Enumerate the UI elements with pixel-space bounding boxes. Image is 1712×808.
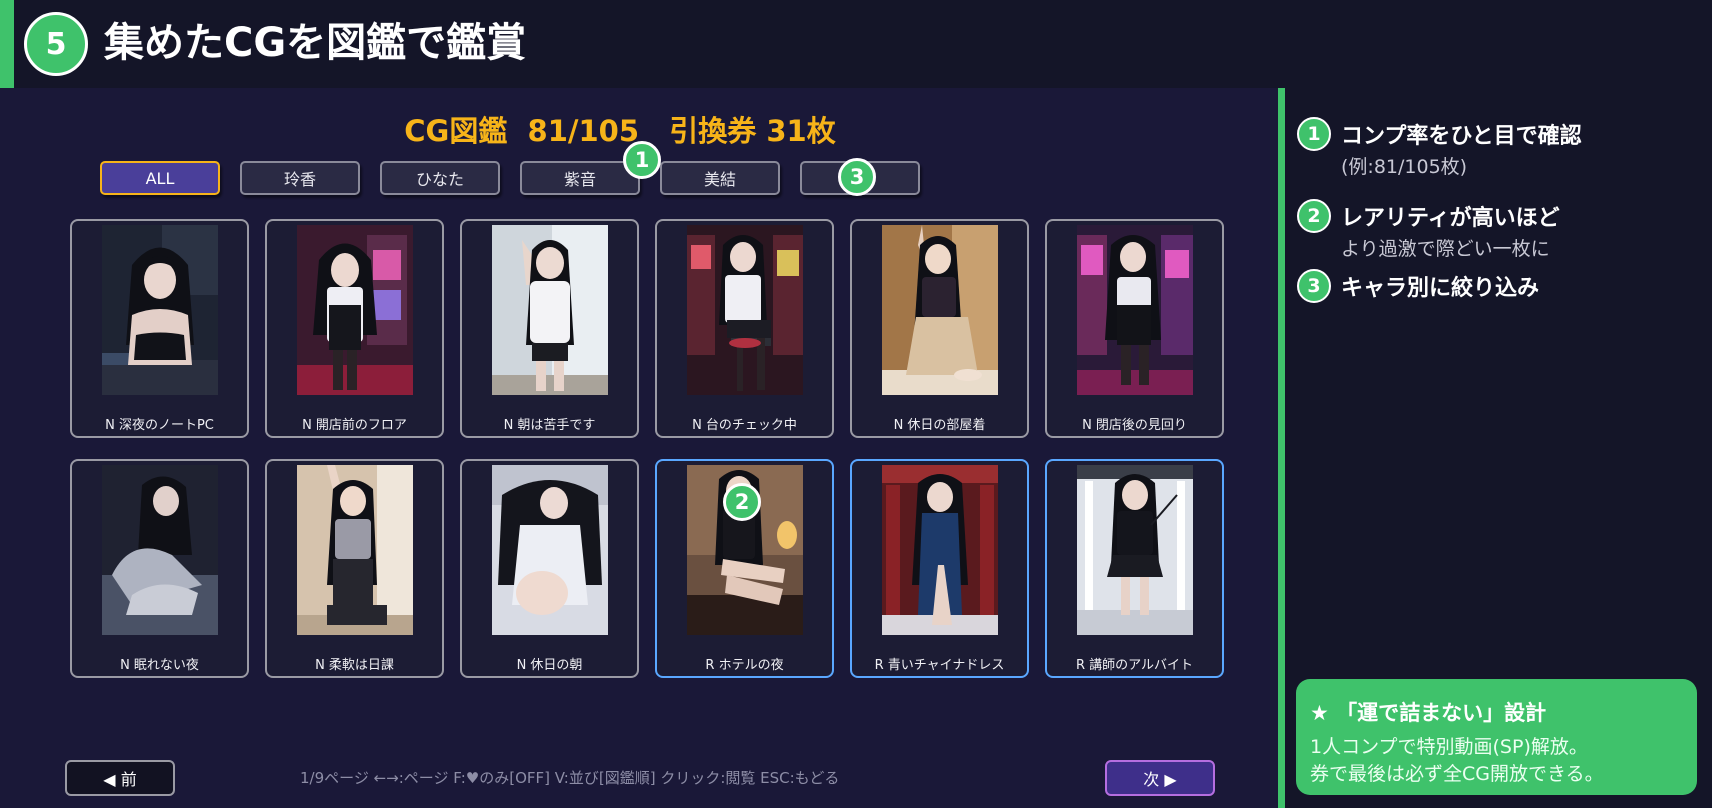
cg-thumbnail: [102, 465, 218, 635]
promo-line-1: 1人コンプで特別動画(SP)解放。: [1310, 736, 1588, 758]
collection-status: CG図鑑 81/105 引換券 31枚: [404, 114, 836, 148]
cg-card-label: N 休日の部屋着: [893, 418, 986, 433]
callout-marker-3: 3: [838, 158, 876, 196]
cg-thumbnail: [297, 225, 413, 395]
cg-card[interactable]: N 休日の朝: [460, 459, 639, 678]
cg-card-label: N 朝は苦手です: [503, 418, 596, 433]
cg-card[interactable]: N 台のチェック中: [655, 219, 834, 438]
cg-thumbnail: [687, 225, 803, 395]
point-sub-1: (例:81/105枚): [1341, 156, 1468, 178]
point-title-3: キャラ別に絞り込み: [1341, 276, 1540, 301]
cg-thumbnail: [882, 465, 998, 635]
cg-thumbnail: [492, 225, 608, 395]
sidebar-divider: [1278, 88, 1285, 808]
point-title-1: コンプ率をひと目で確認: [1341, 124, 1582, 149]
cg-card[interactable]: N 休日の部屋着: [850, 219, 1029, 438]
point-number-3: 3: [1297, 269, 1331, 303]
cg-thumbnail: [1077, 465, 1193, 635]
cg-card-label: R 青いチャイナドレス: [874, 658, 1005, 673]
cg-thumbnail: [102, 225, 218, 395]
filter-tab-reika[interactable]: 玲香: [240, 161, 360, 195]
filter-tab-miyu[interactable]: 美結: [660, 161, 780, 195]
cg-thumbnail: [1077, 225, 1193, 395]
point-number-1: 1: [1297, 117, 1331, 151]
feature-sidebar: 1 コンプ率をひと目で確認 (例:81/105枚) 2 レアリティが高いほど よ…: [1285, 88, 1712, 808]
next-page-button[interactable]: 次 ▶: [1105, 760, 1215, 796]
promo-title: ★ 「運で詰まない」設計: [1310, 701, 1547, 725]
cg-card-label: N 柔軟は日課: [315, 658, 394, 673]
header-accent-stripe: [0, 0, 14, 88]
cg-card-label: N 眠れない夜: [120, 658, 199, 673]
filter-tab-hinata[interactable]: ひなた: [380, 161, 500, 195]
point-number-2: 2: [1297, 199, 1331, 233]
point-sub-2: より過激で際どい一枚に: [1341, 238, 1550, 260]
step-number-badge: 5: [24, 12, 88, 76]
cg-card[interactable]: N 閉店後の見回り: [1045, 219, 1224, 438]
cg-card-label: N 台のチェック中: [692, 418, 797, 433]
cg-card-label: N 深夜のノートPC: [105, 418, 214, 433]
cg-card[interactable]: N 柔軟は日課: [265, 459, 444, 678]
cg-card-label: N 休日の朝: [516, 658, 583, 673]
promo-line-2: 券で最後は必ず全CG開放できる。: [1310, 763, 1604, 785]
header-bar: 5 集めたCGを図鑑で鑑賞: [0, 0, 1712, 88]
point-title-2: レアリティが高いほど: [1341, 206, 1560, 231]
page-title: 集めたCGを図鑑で鑑賞: [104, 20, 527, 66]
cg-card-label: R 講師のアルバイト: [1075, 658, 1194, 673]
cg-card[interactable]: N 深夜のノートPC: [70, 219, 249, 438]
cg-card[interactable]: R 青いチャイナドレス: [850, 459, 1029, 678]
controls-help-text: 1/9ページ ←→:ページ F:♥のみ[OFF] V:並び[図鑑順] クリック:…: [300, 769, 840, 787]
cg-card[interactable]: N 眠れない夜: [70, 459, 249, 678]
promo-box: ★ 「運で詰まない」設計 1人コンプで特別動画(SP)解放。 券で最後は必ず全C…: [1296, 679, 1697, 795]
cg-card[interactable]: N 朝は苦手です: [460, 219, 639, 438]
cg-card-label: R ホテルの夜: [705, 658, 784, 673]
cg-thumbnail: [492, 465, 608, 635]
cg-card[interactable]: R 講師のアルバイト: [1045, 459, 1224, 678]
filter-tab-shion[interactable]: 紫音: [520, 161, 640, 195]
callout-marker-1: 1: [623, 141, 661, 179]
cg-card[interactable]: N 開店前のフロア: [265, 219, 444, 438]
prev-page-button[interactable]: ◀ 前: [65, 760, 175, 796]
cg-card-label: N 閉店後の見回り: [1082, 418, 1187, 433]
cg-thumbnail: [882, 225, 998, 395]
filter-tab-all[interactable]: ALL: [100, 161, 220, 195]
gallery-panel: CG図鑑 81/105 引換券 31枚 ALL 玲香 ひなた 紫音 美結 N 深…: [0, 88, 1278, 808]
cg-thumbnail: [297, 465, 413, 635]
callout-marker-2: 2: [723, 483, 761, 521]
cg-card-label: N 開店前のフロア: [302, 418, 407, 433]
